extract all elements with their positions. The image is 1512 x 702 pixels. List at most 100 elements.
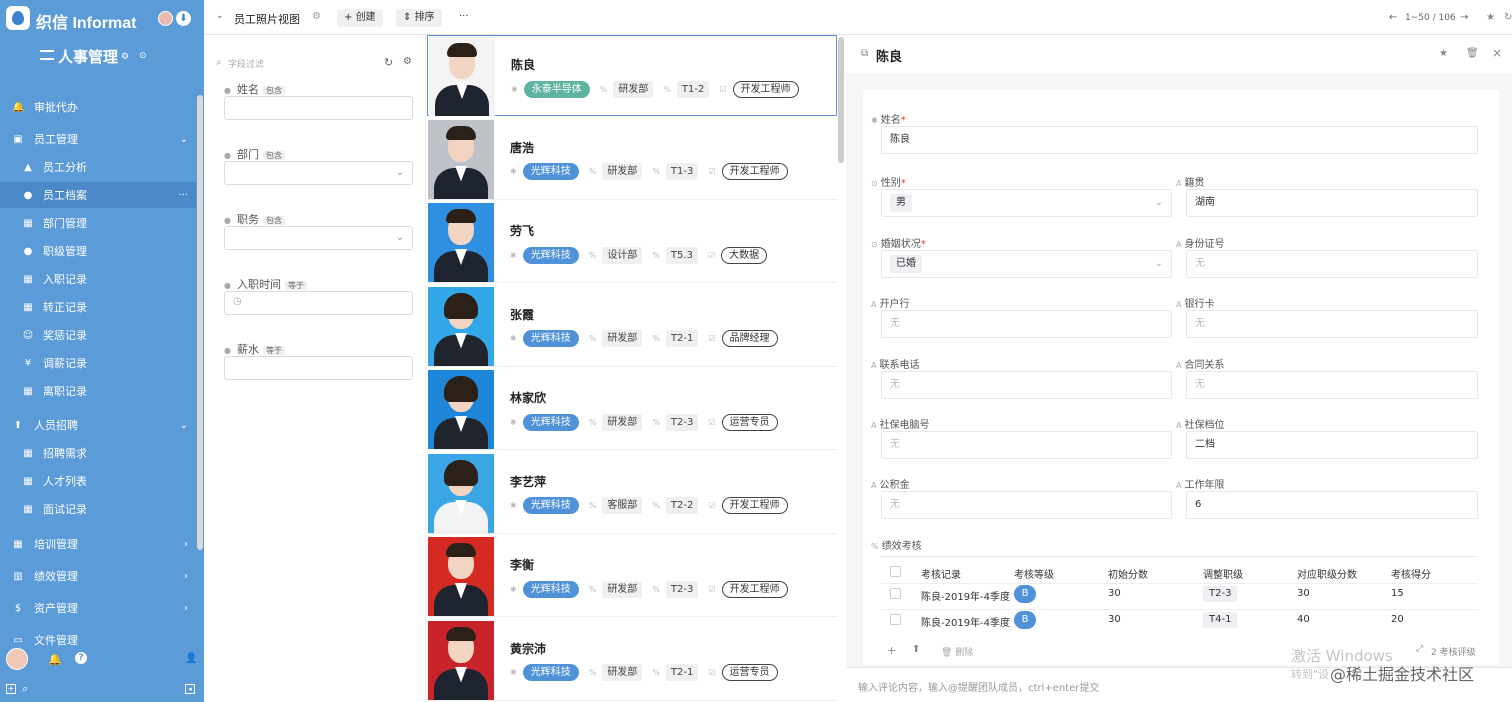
perf-header[interactable]: 调整职级	[1203, 566, 1243, 581]
header-avatar[interactable]	[158, 11, 173, 26]
employee-card[interactable]: 黄宗沛 ✱ 光辉科技 % 研发部 % T2-1 ☑ 运营专员	[427, 619, 837, 701]
sidebar-item[interactable]: ¥ 调薪记录	[0, 350, 196, 376]
perf-cell[interactable]: 陈良-2019年-4季度	[921, 588, 1010, 603]
delete-rows-button[interactable]: 🗑 删除	[941, 645, 973, 658]
sidebar-item[interactable]: ▦ 入职记录	[0, 266, 196, 292]
sidebar-item[interactable]: $ 资产管理 ›	[0, 595, 196, 621]
employee-card[interactable]: 李艺萍 ✱ 光辉科技 % 客服部 % T2-2 ☑ 开发工程师	[427, 452, 837, 534]
select-all-checkbox[interactable]	[890, 566, 901, 577]
link-icon: %	[588, 250, 597, 260]
perf-header[interactable]: 考核记录	[921, 566, 961, 581]
search-icon[interactable]: ⌕	[22, 682, 28, 696]
notification-bell-icon[interactable]: 🔔	[48, 653, 62, 666]
match-mode-tag[interactable]: 包含	[262, 86, 285, 95]
view-name[interactable]: 员工照片视图	[234, 11, 300, 27]
employee-card[interactable]: 林家欣 ✱ 光辉科技 % 研发部 % T2-3 ☑ 运营专员	[427, 369, 837, 450]
create-button[interactable]: + 创建	[337, 9, 383, 27]
perf-header[interactable]: 考核得分	[1391, 566, 1431, 581]
add-user-icon[interactable]: 👤	[185, 653, 197, 664]
employee-card[interactable]: 陈良 ✱ 永泰半导体 % 研发部 % T1-2 ☑ 开发工程师	[427, 35, 837, 116]
row-checkbox[interactable]	[890, 588, 901, 599]
import-icon[interactable]: ⬆	[912, 644, 920, 655]
employee-card[interactable]: 劳飞 ✱ 光辉科技 % 设计部 % T5.3 ☑ 大数据	[427, 202, 837, 283]
sidebar-item-label: 奖惩记录	[43, 329, 87, 342]
star-icon[interactable]: ★	[1486, 12, 1495, 23]
download-icon[interactable]: ⬇	[176, 11, 191, 26]
close-icon[interactable]: ×	[1492, 46, 1502, 60]
filter-field-input[interactable]: ◷	[224, 291, 413, 315]
filter-settings-icon[interactable]: ⚙	[403, 56, 412, 67]
sidebar-item-arrow[interactable]: ›	[184, 603, 188, 614]
sidebar-item-arrow[interactable]: ⌄	[180, 134, 188, 145]
sidebar-item[interactable]: ▣ 员工管理 ⌄	[0, 126, 196, 152]
filter-field-input[interactable]	[224, 356, 413, 380]
sidebar-item[interactable]: 🔔 审批代办	[0, 94, 196, 120]
perf-header[interactable]: 考核等级	[1014, 566, 1054, 581]
filter-field-input[interactable]: ⌄	[224, 226, 413, 250]
sidebar-item-arrow[interactable]: ›	[184, 571, 188, 582]
sort-button[interactable]: ⇕ 排序	[396, 9, 442, 27]
match-mode-tag[interactable]: 等于	[262, 346, 285, 355]
next-page-icon[interactable]: →	[1460, 12, 1468, 23]
delete-icon[interactable]: 🗑	[1466, 48, 1479, 59]
chevron-down-icon[interactable]: ⌄	[216, 11, 224, 21]
row-checkbox[interactable]	[890, 614, 901, 625]
expand-icon[interactable]: ⤢	[1416, 644, 1423, 654]
match-mode-tag[interactable]: 包含	[262, 216, 285, 225]
match-mode-tag[interactable]: 等于	[284, 281, 307, 290]
sidebar-item[interactable]: ⬆ 人员招聘 ⌄	[0, 412, 196, 438]
chevron-down-icon: ⌄	[395, 167, 404, 178]
perf-cell[interactable]: 陈良-2019年-4季度	[921, 614, 1010, 629]
sidebar-item-arrow[interactable]: ···	[178, 190, 188, 201]
app-brand: 织信 Informat	[36, 15, 137, 32]
employee-card[interactable]: 李衡 ✱ 光辉科技 % 研发部 % T2-3 ☑ 开发工程师	[427, 536, 837, 617]
view-settings-icon[interactable]: ⚙	[312, 11, 321, 22]
sidebar-item[interactable]: ▦ 培训管理 ›	[0, 531, 196, 557]
sidebar-item[interactable]: ▦ 招聘需求	[0, 440, 196, 466]
company-icon: ✱	[511, 84, 518, 94]
sidebar-item[interactable]: ▦ 面试记录	[0, 496, 196, 522]
sidebar-item[interactable]: ▦ 人才列表	[0, 468, 196, 494]
filter-field-input[interactable]: ⌄	[224, 161, 413, 185]
link-icon: %	[599, 84, 608, 94]
favorite-icon[interactable]: ★	[1439, 48, 1448, 59]
sidebar-item[interactable]: ▦ 离职记录	[0, 378, 196, 404]
level-tag: T4-1	[1203, 612, 1238, 628]
help-icon[interactable]: ?	[75, 652, 87, 664]
sidebar-scrollbar[interactable]	[197, 95, 203, 550]
org-icon: ▦	[23, 217, 33, 229]
sidebar-item[interactable]: ▭ 文件管理	[0, 627, 196, 653]
field-filter-placeholder[interactable]: 字段过滤	[228, 57, 264, 70]
sidebar-item[interactable]: ▦ 转正记录	[0, 294, 196, 320]
module-title: 人事管理	[58, 48, 119, 66]
prev-page-icon[interactable]: ←	[1389, 12, 1397, 23]
sidebar-item[interactable]: ▲ 员工分析	[0, 154, 196, 180]
sidebar-item[interactable]: ● 员工档案 ···	[0, 182, 196, 208]
sidebar-item[interactable]: ▦ 部门管理	[0, 210, 196, 236]
circle-menu-icon[interactable]: ⊙	[139, 51, 147, 61]
more-button[interactable]: ···	[459, 11, 469, 22]
comment-input[interactable]: 输入评论内容，输入@提醒团队成员，ctrl+enter提交	[858, 679, 1099, 694]
employee-card[interactable]: 张霞 ✱ 光辉科技 % 研发部 % T2-1 ☑ 品牌经理	[427, 285, 837, 367]
sidebar-item[interactable]: ● 职级管理	[0, 238, 196, 264]
filter-field-input[interactable]	[224, 96, 413, 120]
sidebar-item-arrow[interactable]: ⌄	[180, 420, 188, 431]
match-mode-tag[interactable]: 包含	[262, 151, 285, 160]
employee-card[interactable]: 唐浩 ✱ 光辉科技 % 研发部 % T1-3 ☑ 开发工程师	[427, 118, 837, 200]
settings-icon[interactable]: ⚙	[121, 52, 129, 62]
employee-photo	[428, 370, 494, 449]
company-icon: ✱	[510, 584, 517, 594]
add-row-icon[interactable]: +	[887, 644, 896, 657]
list-scrollbar[interactable]	[838, 37, 844, 163]
refresh-icon[interactable]: ↻	[1504, 12, 1512, 23]
perf-header[interactable]: 初始分数	[1108, 566, 1148, 581]
filter-reset-icon[interactable]: ↻	[384, 56, 393, 69]
sidebar-item[interactable]: ▥ 绩效管理 ›	[0, 563, 196, 589]
user-avatar[interactable]	[6, 648, 28, 670]
collapse-icon[interactable]: ◂	[185, 684, 195, 694]
sidebar-item-arrow[interactable]: ›	[184, 539, 188, 550]
sidebar-item-label: 入职记录	[43, 273, 87, 286]
perf-header[interactable]: 对应职级分数	[1297, 566, 1357, 581]
sidebar-item[interactable]: ☺ 奖惩记录	[0, 322, 196, 348]
add-square-icon[interactable]: +	[6, 684, 16, 694]
